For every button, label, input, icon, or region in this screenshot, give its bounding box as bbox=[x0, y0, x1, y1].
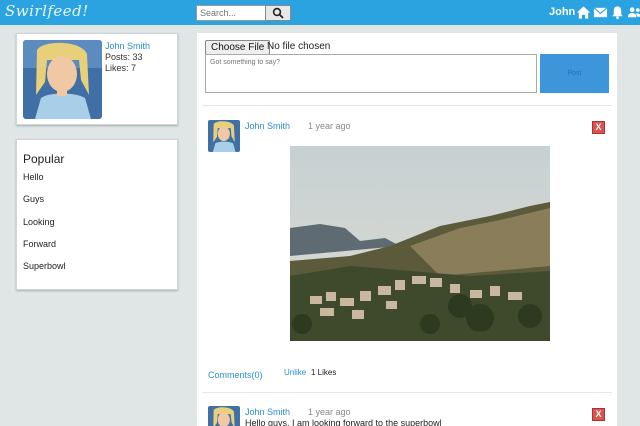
delete-post-button[interactable]: X bbox=[592, 408, 605, 421]
delete-post-button[interactable]: X bbox=[592, 121, 605, 134]
profile-name[interactable]: John Smith bbox=[105, 41, 150, 51]
likes-count: 1 Likes bbox=[311, 368, 337, 377]
post-timestamp: 1 year ago bbox=[308, 121, 351, 131]
post-button[interactable]: Post bbox=[540, 54, 609, 93]
top-navbar: Swirlfeed! John bbox=[0, 0, 640, 25]
post-avatar[interactable] bbox=[208, 120, 240, 152]
post-timestamp: 1 year ago bbox=[308, 407, 351, 417]
post-textarea[interactable] bbox=[205, 54, 537, 93]
profile-posts-count: Posts: 33 bbox=[105, 52, 143, 62]
post-author[interactable]: John Smith bbox=[245, 121, 290, 131]
popular-item[interactable]: Guys bbox=[23, 194, 44, 204]
choose-file-button[interactable]: Choose File bbox=[205, 40, 271, 55]
profile-avatar[interactable] bbox=[23, 40, 102, 119]
popular-card: Popular Hello Guys Looking Forward Super… bbox=[16, 139, 178, 290]
divider bbox=[202, 105, 612, 106]
users-icon[interactable] bbox=[627, 5, 640, 20]
profile-likes-count: Likes: 7 bbox=[105, 63, 137, 73]
post-body: Hello guys, I am looking forward to the … bbox=[245, 418, 442, 426]
post-avatar[interactable] bbox=[208, 406, 240, 426]
profile-card: John Smith Posts: 33 Likes: 7 bbox=[16, 33, 178, 125]
post-image bbox=[290, 146, 550, 341]
bell-icon[interactable] bbox=[610, 5, 625, 20]
popular-item[interactable]: Forward bbox=[23, 239, 56, 249]
popular-item[interactable]: Looking bbox=[23, 217, 55, 227]
header-user-name[interactable]: John bbox=[549, 6, 575, 18]
popular-item[interactable]: Superbowl bbox=[23, 261, 66, 271]
search-icon bbox=[272, 7, 284, 19]
post-author[interactable]: John Smith bbox=[245, 407, 290, 417]
divider bbox=[202, 392, 612, 393]
unlike-link[interactable]: Unlike bbox=[284, 368, 306, 377]
file-status: No file chosen bbox=[267, 41, 331, 52]
comments-link[interactable]: Comments(0) bbox=[208, 370, 263, 380]
app-logo[interactable]: Swirlfeed! bbox=[5, 2, 89, 20]
popular-title: Popular bbox=[23, 152, 65, 166]
search-input[interactable] bbox=[196, 5, 266, 21]
popular-item[interactable]: Hello bbox=[23, 172, 44, 182]
main-feed: Choose File No file chosen Post John Smi… bbox=[197, 33, 617, 426]
search-button[interactable] bbox=[265, 5, 291, 21]
search-form bbox=[196, 5, 295, 21]
home-icon[interactable] bbox=[576, 5, 591, 20]
mail-icon[interactable] bbox=[593, 5, 608, 20]
